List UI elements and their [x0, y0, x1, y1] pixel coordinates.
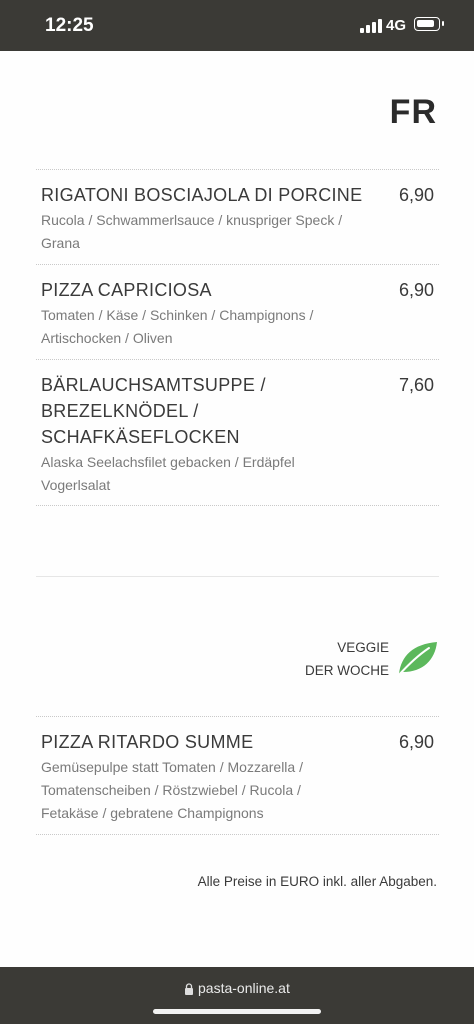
veggie-label: VEGGIE DER WOCHE [305, 636, 389, 682]
browser-url-bar[interactable]: pasta-online.at [0, 967, 474, 1024]
menu-item-name: RIGATONI BOSCIAJOLA DI PORCINE [41, 185, 363, 205]
divider [36, 359, 439, 360]
menu-item-price: 6,90 [398, 185, 434, 205]
menu-item-description: Tomaten / Käse / Schinken / Champignons … [41, 307, 314, 346]
page-title: FR [389, 93, 437, 131]
menu-item-description: Alaska Seelachsfilet gebacken / Erdäpfel… [41, 454, 295, 493]
menu-item-name: BÄRLAUCHSAMTSUPPE / BREZELKNÖDEL / SCHAF… [41, 375, 266, 447]
divider [36, 264, 439, 265]
menu-item-name: PIZZA CAPRICIOSA [41, 280, 212, 300]
menu-item: PIZZA CAPRICIOSA 6,90 Tomaten / Käse / S… [41, 277, 439, 350]
home-indicator[interactable] [153, 1009, 321, 1014]
menu-item: PIZZA RITARDO SUMME 6,90 Gemüsepulpe sta… [41, 729, 439, 825]
menu-item-price: 6,90 [398, 732, 434, 752]
price-footnote: Alle Preise in EURO inkl. aller Abgaben. [197, 874, 437, 889]
menu-item-description: Gemüsepulpe statt Tomaten / Mozzarella /… [41, 759, 303, 821]
menu-item-price: 7,60 [398, 375, 434, 395]
divider [36, 834, 439, 835]
leaf-icon [397, 642, 437, 677]
veggie-label-line2: DER WOCHE [305, 663, 389, 678]
menu-item: BÄRLAUCHSAMTSUPPE / BREZELKNÖDEL / SCHAF… [41, 372, 439, 497]
status-time: 12:25 [45, 15, 94, 36]
section-divider [36, 576, 439, 577]
battery-icon [414, 17, 444, 31]
signal-icon [360, 19, 382, 33]
divider [36, 505, 439, 506]
menu-item-description: Rucola / Schwammerlsauce / knuspriger Sp… [41, 212, 343, 251]
veggie-label-line1: VEGGIE [337, 640, 389, 655]
url-text[interactable]: pasta-online.at [198, 980, 290, 996]
network-type: 4G [386, 17, 407, 34]
menu-item-name: PIZZA RITARDO SUMME [41, 732, 254, 752]
lock-icon [185, 983, 193, 995]
menu-page: FR RIGATONI BOSCIAJOLA DI PORCINE 6,90 R… [0, 51, 474, 967]
status-bar: 12:25 4G [0, 0, 474, 51]
menu-item-price: 6,90 [398, 280, 434, 300]
divider [36, 716, 439, 717]
divider [36, 169, 439, 170]
menu-item: RIGATONI BOSCIAJOLA DI PORCINE 6,90 Ruco… [41, 182, 439, 255]
